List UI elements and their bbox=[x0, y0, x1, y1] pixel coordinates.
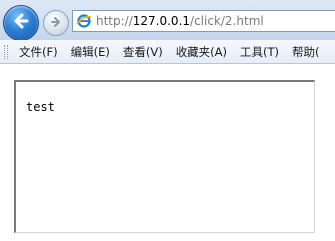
navigation-bar: http://127.0.0.1/click/2.html bbox=[0, 0, 335, 41]
back-button[interactable] bbox=[3, 5, 39, 41]
menu-file[interactable]: 文件(F) bbox=[14, 44, 63, 60]
menu-view[interactable]: 查看(V) bbox=[118, 44, 168, 60]
browser-window: http://127.0.0.1/click/2.html 文件(F) 编辑(E… bbox=[0, 0, 335, 241]
menu-favorites[interactable]: 收藏夹(A) bbox=[171, 44, 232, 60]
menu-edit[interactable]: 编辑(E) bbox=[66, 44, 115, 60]
forward-button[interactable] bbox=[43, 10, 69, 36]
url-text[interactable]: http://127.0.0.1/click/2.html bbox=[96, 14, 264, 28]
url-path: /click/2.html bbox=[190, 14, 264, 28]
forward-arrow-icon bbox=[49, 14, 63, 33]
toolbar-grip[interactable] bbox=[4, 44, 8, 59]
ie-icon bbox=[76, 13, 92, 29]
address-bar[interactable]: http://127.0.0.1/click/2.html bbox=[72, 10, 335, 32]
url-host: 127.0.0.1 bbox=[132, 14, 191, 28]
menu-bar: 文件(F) 编辑(E) 查看(V) 收藏夹(A) 工具(T) 帮助( bbox=[0, 40, 335, 64]
menu-tools[interactable]: 工具(T) bbox=[235, 44, 284, 60]
iframe-box: test bbox=[14, 80, 315, 233]
page-content: test bbox=[0, 64, 335, 241]
frame-text: test bbox=[26, 100, 55, 114]
menu-help[interactable]: 帮助( bbox=[287, 44, 325, 60]
back-arrow-icon bbox=[11, 11, 31, 35]
url-scheme: http:// bbox=[96, 14, 133, 28]
